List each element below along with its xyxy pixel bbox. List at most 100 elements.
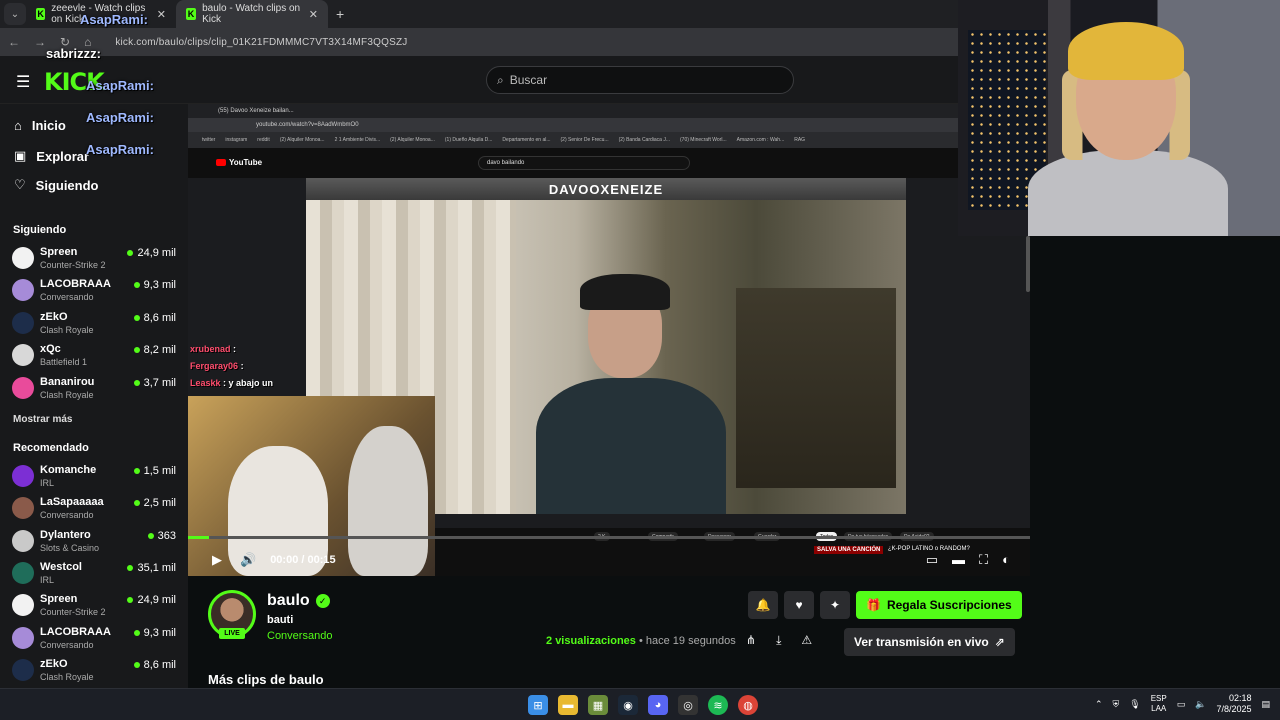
live-dot-icon <box>133 379 140 386</box>
sidebar-channel[interactable]: Spreen Counter-Strike 2 24,9 mil <box>12 244 176 274</box>
clock[interactable]: 02:18 7/8/2025 <box>1216 693 1251 715</box>
live-dot-icon <box>133 347 140 354</box>
webcam-beanie <box>1068 22 1184 80</box>
sidebar-channel[interactable]: Spreen Counter-Strike 2 24,9 mil <box>12 591 176 621</box>
pip-icon[interactable]: ▭ <box>926 552 938 568</box>
live-dot-icon <box>133 500 140 507</box>
viewer-count-text: 8,6 mil <box>143 658 176 671</box>
video-progress-bar[interactable] <box>188 536 1030 539</box>
nav-explore[interactable]: ▣ Explorar <box>14 148 89 164</box>
bookmark-item: instagram <box>225 137 248 143</box>
search-input[interactable]: ⌕ Buscar <box>486 66 794 94</box>
forward-icon[interactable]: → <box>34 35 46 49</box>
chat-text: : y abajo un <box>223 378 274 388</box>
clock-date: 7/8/2025 <box>1216 704 1252 714</box>
volume-icon[interactable]: 🔊 <box>240 552 256 568</box>
channel-name: zEkO <box>40 657 68 670</box>
sidebar-channel[interactable]: LaSapaaaaa Conversando 2,5 mil <box>12 494 176 524</box>
channel-name: LACOBRAAA <box>40 625 111 638</box>
sidebar-channel[interactable]: Westcol IRL 35,1 mil <box>12 559 176 589</box>
report-icon[interactable]: ⚠ <box>801 633 812 648</box>
shield-icon[interactable]: ⛨ <box>1112 699 1119 710</box>
channel-avatar <box>12 465 34 487</box>
viewer-count: 8,6 mil <box>133 658 176 671</box>
chevron-up-icon[interactable]: ⌃ <box>1095 699 1103 710</box>
browser-tab-2[interactable]: K baulo - Watch clips on Kick ✕ <box>176 0 328 28</box>
speed-icon[interactable]: ◐ <box>1002 552 1010 568</box>
language-indicator[interactable]: ESP LAA <box>1151 694 1167 714</box>
sidebar-channel[interactable]: LACOBRAAA Conversando 9,3 mil <box>12 276 176 306</box>
bookshelf <box>736 288 896 488</box>
windows-start-icon[interactable]: ⊞ <box>528 695 548 715</box>
viewer-count-text: 2,5 mil <box>143 497 176 510</box>
steam-icon[interactable]: ◉ <box>618 695 638 715</box>
channel-avatar <box>12 344 34 367</box>
play-icon[interactable]: ▶ <box>212 552 222 568</box>
dancer-body <box>536 378 726 514</box>
spotify-icon[interactable]: ≋ <box>708 695 728 715</box>
channel-name[interactable]: baulo ✓ <box>267 592 330 610</box>
sidebar-channel[interactable]: Dylantero Slots & Casino 363 <box>12 527 176 557</box>
views-label: visualizaciones <box>555 635 636 647</box>
back-icon[interactable]: ← <box>8 35 20 49</box>
file-explorer-icon[interactable]: ▬ <box>558 695 578 715</box>
sidebar-channel[interactable]: Bananirou Clash Royale 3,7 mil <box>12 374 176 404</box>
sparkle-icon[interactable]: ✦ <box>820 591 850 619</box>
channel-name-text: baulo <box>267 592 310 609</box>
channel-avatar <box>12 561 34 584</box>
streamer-webcam <box>958 0 1280 236</box>
viewer-count-text: 8,2 mil <box>143 344 176 357</box>
speaker-icon[interactable]: 🔈 <box>1195 699 1206 710</box>
bell-icon[interactable]: 🔔 <box>748 591 778 619</box>
close-tab-icon[interactable]: ✕ <box>157 8 166 21</box>
sidebar-channel[interactable]: zEkO Clash Royale 8,6 mil <box>12 309 176 339</box>
youtube-logo-text: YouTube <box>229 158 263 167</box>
notification-icon[interactable]: ▤ <box>1261 699 1270 710</box>
system-tray: ⌃ ⛨ 🎙 ESP LAA ▭ 🔈 02:18 7/8/2025 ▤ <box>1095 693 1270 715</box>
share-icon[interactable]: ⋔ <box>746 633 756 648</box>
youtube-search: davo bailando <box>478 156 690 170</box>
nav-home[interactable]: ⌂ Inicio <box>14 118 66 133</box>
channel-avatar <box>12 311 34 334</box>
mic-icon[interactable]: 🎙 <box>1129 699 1140 710</box>
app2-icon[interactable]: ◎ <box>678 695 698 715</box>
gift-subscriptions-button[interactable]: 🎁 Regala Suscripciones <box>856 591 1022 619</box>
app-icon[interactable]: ▦ <box>588 695 608 715</box>
gift-icon: 🎁 <box>866 598 881 612</box>
follow-heart-icon[interactable]: ♥ <box>784 591 814 619</box>
url-text[interactable]: kick.com/baulo/clips/clip_01K21FDMMMC7VT… <box>115 37 407 48</box>
watch-live-button[interactable]: Ver transmisión en vivo ⇗ <box>844 628 1015 656</box>
clip-video-player[interactable]: (55) Davoo Xeneize bailan... youtube.com… <box>188 104 1030 576</box>
scrollbar[interactable] <box>1026 236 1030 292</box>
channel-category: Conversando <box>40 292 94 303</box>
overlay-chat-user: AsapRami: <box>86 110 154 125</box>
discord-icon[interactable]: ◕ <box>648 695 668 715</box>
channel-category: Conversando <box>40 639 94 650</box>
tab-search-icon[interactable]: ⌄ <box>4 3 26 25</box>
theater-icon[interactable]: ▬ <box>952 552 965 568</box>
close-tab-icon[interactable]: ✕ <box>309 8 318 21</box>
nav-following[interactable]: ♡ Siguiendo <box>14 177 99 193</box>
tab-title: baulo - Watch clips on Kick <box>202 3 301 25</box>
channel-name: LaSapaaaaa <box>40 496 104 509</box>
chrome-icon[interactable]: ◍ <box>738 695 758 715</box>
viewer-count: 35,1 mil <box>127 562 176 574</box>
heart-icon: ♡ <box>14 177 26 192</box>
channel-category: IRL <box>40 478 55 488</box>
inner-tab-title: (55) Davoo Xeneize bailan... <box>218 108 294 114</box>
show-more-link[interactable]: Mostrar más <box>13 414 72 425</box>
fullscreen-icon[interactable]: ⛶ <box>979 552 988 568</box>
menu-icon[interactable]: ☰ <box>16 72 30 92</box>
network-icon[interactable]: ▭ <box>1177 699 1186 710</box>
sidebar-channel[interactable]: xQc Battlefield 1 8,2 mil <box>12 341 176 371</box>
sidebar-channel[interactable]: Komanche IRL 1,5 mil <box>12 462 176 492</box>
live-dot-icon <box>147 532 154 539</box>
channel-category[interactable]: Conversando <box>267 630 332 642</box>
compass-icon: ▣ <box>14 148 27 163</box>
channel-display: bauti <box>267 614 294 626</box>
download-icon[interactable]: ⤓ <box>776 633 781 648</box>
kick-favicon-icon: K <box>186 8 197 20</box>
sidebar-channel[interactable]: zEkO Clash Royale 8,6 mil <box>12 656 176 686</box>
sidebar-channel[interactable]: LACOBRAAA Conversando 9,3 mil <box>12 624 176 654</box>
new-tab-icon[interactable]: + <box>336 6 344 22</box>
